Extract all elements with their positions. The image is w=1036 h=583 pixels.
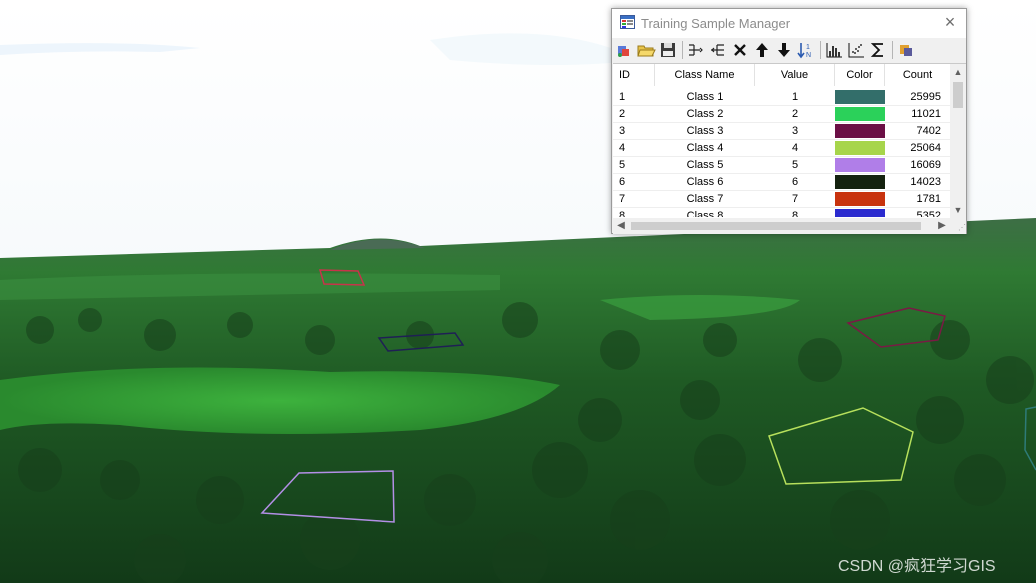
row-color-swatch[interactable]	[835, 192, 885, 206]
row-value: 7	[791, 193, 799, 205]
header-count[interactable]: Count	[885, 64, 951, 86]
table-row[interactable]: 5 Class 5 5 16069	[613, 157, 951, 174]
row-count: 25064	[910, 142, 941, 154]
row-value: 2	[791, 108, 799, 120]
table-body: 1 Class 1 1 25995 2 Class 2 2 11021 3 Cl…	[613, 89, 951, 217]
split-class-icon[interactable]	[708, 40, 728, 60]
row-id: 8	[619, 210, 626, 217]
row-class-name: Class 8	[686, 210, 724, 217]
horizontal-scrollbar[interactable]: ◀ ▶	[613, 218, 950, 234]
delete-icon[interactable]	[730, 40, 750, 60]
toolbar: 1N	[612, 38, 966, 62]
row-value: 4	[791, 142, 799, 154]
row-class-name: Class 7	[686, 193, 724, 205]
row-value: 3	[791, 125, 799, 137]
table-row[interactable]: 2 Class 2 2 11021	[613, 106, 951, 123]
row-value: 1	[791, 91, 799, 103]
window-title: Training Sample Manager	[641, 16, 791, 31]
scroll-down-icon[interactable]: ▼	[950, 202, 966, 218]
scroll-up-icon[interactable]: ▲	[950, 64, 966, 80]
row-count: 5352	[916, 210, 941, 217]
row-color-swatch[interactable]	[835, 158, 885, 172]
training-sample-manager-dialog[interactable]: Training Sample Manager × 1N ID Class Na…	[611, 8, 967, 234]
table-row[interactable]: 7 Class 7 7 1781	[613, 191, 951, 208]
svg-text:N: N	[806, 52, 811, 59]
row-id: 2	[619, 108, 626, 120]
row-value: 6	[791, 176, 799, 188]
table-row[interactable]: 3 Class 3 3 7402	[613, 123, 951, 140]
header-id[interactable]: ID	[613, 64, 655, 86]
row-class-name: Class 1	[686, 91, 724, 103]
move-down-icon[interactable]	[774, 40, 794, 60]
scroll-right-icon[interactable]: ▶	[934, 218, 950, 234]
row-color-swatch[interactable]	[835, 107, 885, 121]
scroll-left-icon[interactable]: ◀	[613, 218, 629, 234]
row-color-swatch[interactable]	[835, 141, 885, 155]
table-row[interactable]: 1 Class 1 1 25995	[613, 89, 951, 106]
save-icon[interactable]	[658, 40, 678, 60]
new-sample-icon[interactable]	[614, 40, 634, 60]
table-row[interactable]: 6 Class 6 6 14023	[613, 174, 951, 191]
row-color-swatch[interactable]	[835, 124, 885, 138]
row-class-name: Class 5	[686, 159, 724, 171]
row-count: 14023	[910, 176, 941, 188]
title-bar[interactable]: Training Sample Manager ×	[612, 9, 966, 38]
row-value: 5	[791, 159, 799, 171]
sort-icon[interactable]: 1N	[796, 40, 816, 60]
horizontal-scroll-thumb[interactable]	[631, 222, 921, 230]
row-class-name: Class 3	[686, 125, 724, 137]
vertical-scrollbar[interactable]: ▲ ▼	[950, 64, 966, 218]
toolbar-separator	[892, 41, 893, 59]
row-count: 16069	[910, 159, 941, 171]
open-folder-icon[interactable]	[636, 40, 656, 60]
move-up-icon[interactable]	[752, 40, 772, 60]
row-value: 8	[791, 210, 799, 217]
signature-icon[interactable]	[896, 40, 916, 60]
app-table-icon	[620, 15, 635, 29]
watermark: CSDN @疯狂学习GIS	[838, 558, 996, 575]
row-color-swatch[interactable]	[835, 175, 885, 189]
header-class-name[interactable]: Class Name	[655, 64, 755, 86]
row-id: 3	[619, 125, 626, 137]
vertical-scroll-thumb[interactable]	[953, 82, 963, 108]
row-id: 7	[619, 193, 626, 205]
resize-grip-icon[interactable]: ⋰	[950, 218, 966, 234]
merge-classes-icon[interactable]	[686, 40, 706, 60]
row-id: 1	[619, 91, 626, 103]
scatterplot-icon[interactable]	[846, 40, 866, 60]
toolbar-separator	[820, 41, 821, 59]
row-color-swatch[interactable]	[835, 90, 885, 104]
toolbar-separator	[682, 41, 683, 59]
close-icon[interactable]: ×	[942, 12, 958, 32]
header-value[interactable]: Value	[755, 64, 835, 86]
row-class-name: Class 6	[686, 176, 724, 188]
table-row[interactable]: 4 Class 4 4 25064	[613, 140, 951, 157]
statistics-icon[interactable]	[868, 40, 888, 60]
row-count: 1781	[916, 193, 941, 205]
table-row[interactable]: 8 Class 8 8 5352	[613, 208, 951, 217]
row-id: 5	[619, 159, 626, 171]
row-count: 11021	[911, 108, 941, 120]
row-color-swatch[interactable]	[835, 209, 885, 217]
histogram-icon[interactable]	[824, 40, 844, 60]
svg-text:1: 1	[806, 44, 810, 51]
row-class-name: Class 4	[686, 142, 724, 154]
row-id: 6	[619, 176, 626, 188]
row-class-name: Class 2	[686, 108, 724, 120]
row-count: 7402	[916, 125, 941, 137]
header-color[interactable]: Color	[835, 64, 885, 86]
training-samples-table[interactable]: ID Class Name Value Color Count 1 Class …	[613, 63, 966, 234]
row-id: 4	[619, 142, 626, 154]
row-count: 25995	[910, 91, 941, 103]
